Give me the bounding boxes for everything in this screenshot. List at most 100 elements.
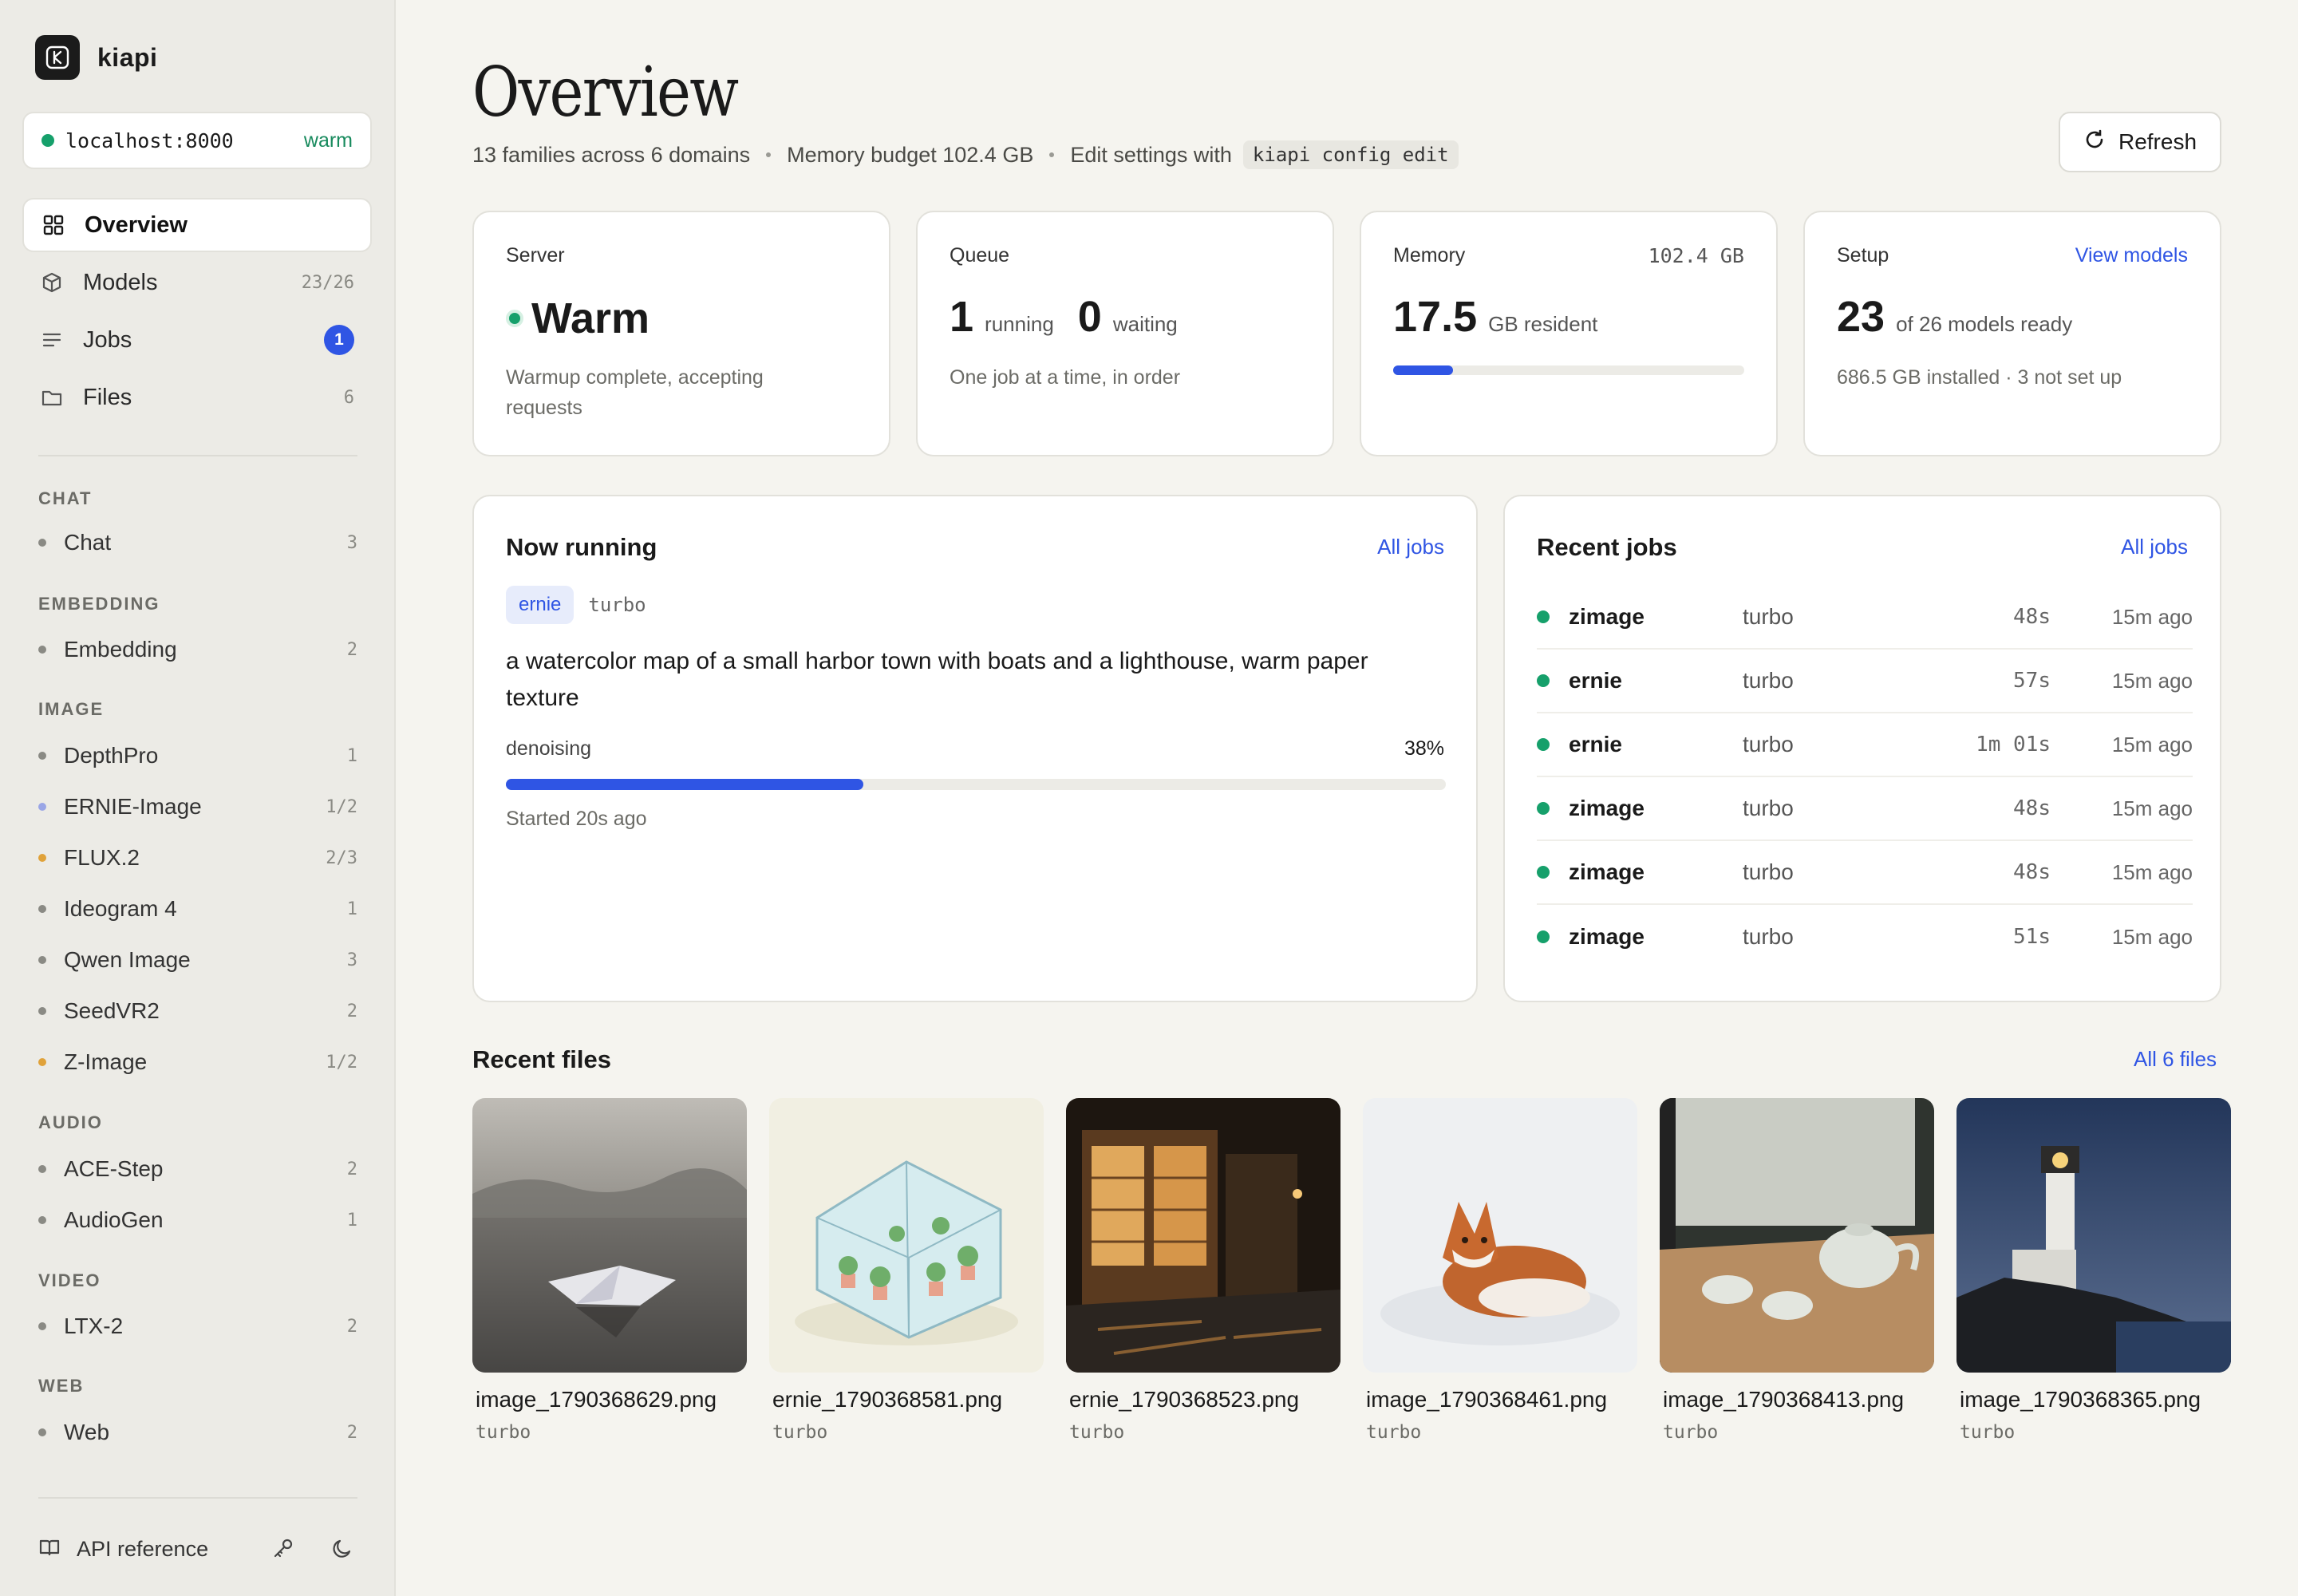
family-count: 2: [346, 1422, 357, 1443]
kiapi-logo: [35, 35, 80, 80]
refresh-button[interactable]: Refresh: [2059, 112, 2221, 172]
nav-label: Files: [83, 384, 132, 410]
nav-label: Overview: [85, 211, 188, 238]
family-audiogen[interactable]: AudioGen 1: [38, 1203, 357, 1238]
family-ltx2[interactable]: LTX-2 2: [38, 1309, 357, 1344]
job-model: ernie: [1569, 732, 1622, 757]
page-subtitle: 13 families across 6 domains Memory budg…: [472, 140, 1459, 169]
job-duration: 48s: [2013, 860, 2051, 884]
family-label: LTX-2: [64, 1314, 124, 1338]
models-ready-label: of 26 models ready: [1896, 312, 2073, 336]
job-row[interactable]: zimage turbo 51s 15m ago: [1537, 905, 2193, 969]
nav-files[interactable]: Files 6: [22, 370, 372, 425]
family-ideogram[interactable]: Ideogram 4 1: [38, 891, 357, 926]
now-running-title: Now running: [506, 533, 657, 561]
job-started: Started 20s ago: [506, 808, 647, 830]
job-row[interactable]: zimage turbo 48s 15m ago: [1537, 777, 2193, 841]
recent-files-title: Recent files: [472, 1045, 612, 1073]
file-name[interactable]: image_1790368365.png: [1960, 1387, 2201, 1412]
job-row[interactable]: zimage turbo 48s 15m ago: [1537, 586, 2193, 650]
family-dot: [38, 752, 46, 760]
models-ready-count: 23: [1837, 293, 1885, 341]
separator-dot: [766, 152, 772, 157]
file-name[interactable]: image_1790368629.png: [476, 1387, 717, 1412]
nav-models[interactable]: Models 23/26: [22, 255, 372, 310]
server-host: localhost:8000: [65, 128, 234, 152]
family-count: 1/2: [326, 796, 357, 817]
family-count: 1: [346, 899, 357, 919]
mode-tag: turbo: [588, 594, 646, 616]
server-status-pill[interactable]: localhost:8000 warm: [22, 112, 372, 169]
family-qwen-image[interactable]: Qwen Image 3: [38, 942, 357, 978]
job-stage: denoising: [506, 737, 592, 760]
family-embedding[interactable]: Embedding 2: [38, 632, 357, 667]
job-mode: turbo: [1743, 668, 1794, 693]
job-row[interactable]: ernie turbo 1m 01s 15m ago: [1537, 713, 2193, 777]
settings-command: kiapi config edit: [1242, 140, 1459, 169]
memory-bar: [1393, 365, 1744, 375]
job-mode: turbo: [1743, 732, 1794, 757]
cube-icon: [40, 271, 64, 294]
nav-jobs[interactable]: Jobs 1: [22, 313, 372, 367]
family-count: 3: [346, 950, 357, 970]
brand-name: kiapi: [97, 42, 158, 72]
family-web[interactable]: Web 2: [38, 1415, 357, 1450]
sidebar: kiapi localhost:8000 warm Overview Model…: [0, 0, 396, 1596]
memory-value: 17.5: [1393, 293, 1478, 341]
key-icon[interactable]: [271, 1537, 295, 1565]
section-label-audio: AUDIO: [38, 1112, 103, 1132]
file-thumbnail-bookstore[interactable]: [1066, 1098, 1340, 1373]
all-jobs-link[interactable]: All jobs: [2121, 535, 2188, 559]
file-thumbnail-fox[interactable]: [1363, 1098, 1637, 1373]
family-z-image[interactable]: Z-Image 1/2: [38, 1045, 357, 1080]
folder-icon: [40, 385, 64, 409]
memory-total: 102.4 GB: [1648, 244, 1744, 267]
all-files-link[interactable]: All 6 files: [2134, 1047, 2217, 1072]
job-duration: 51s: [2013, 925, 2051, 949]
file-thumbnail-paper-boat[interactable]: [472, 1098, 747, 1373]
nav-count: 6: [343, 387, 354, 408]
view-models-link[interactable]: View models: [2075, 244, 2188, 267]
family-count: 2: [346, 1316, 357, 1337]
family-count: 1/2: [326, 1052, 357, 1073]
job-row[interactable]: zimage turbo 48s 15m ago: [1537, 841, 2193, 905]
file-thumbnail-greenhouse[interactable]: [769, 1098, 1044, 1373]
card-title: Memory: [1393, 244, 1466, 267]
family-count: 1: [346, 1210, 357, 1231]
section-label-image: IMAGE: [38, 699, 105, 719]
book-icon: [38, 1536, 61, 1562]
all-jobs-link[interactable]: All jobs: [1377, 535, 1444, 559]
file-thumbnail-teapot[interactable]: [1660, 1098, 1934, 1373]
status-dot-icon: [1537, 866, 1550, 879]
family-flux2[interactable]: FLUX.2 2/3: [38, 840, 357, 875]
nav-overview[interactable]: Overview: [22, 198, 372, 252]
job-ago: 15m ago: [2111, 604, 2193, 629]
family-ace-step[interactable]: ACE-Step 2: [38, 1152, 357, 1187]
family-count: 1: [346, 745, 357, 766]
job-duration: 48s: [2013, 796, 2051, 820]
api-reference-link[interactable]: API reference: [77, 1537, 208, 1562]
file-name[interactable]: image_1790368413.png: [1663, 1387, 1904, 1412]
card-title: Setup: [1837, 244, 1889, 267]
job-row[interactable]: ernie turbo 57s 15m ago: [1537, 650, 2193, 713]
queue-card: Queue 1 running 0 waiting One job at a t…: [916, 211, 1334, 456]
family-chat[interactable]: Chat 3: [38, 525, 357, 560]
setup-note: 686.5 GB installed · 3 not set up: [1837, 366, 2122, 389]
family-seedvr2[interactable]: SeedVR2 2: [38, 994, 357, 1029]
file-name[interactable]: ernie_1790368523.png: [1069, 1387, 1299, 1412]
file-thumbnail-lighthouse[interactable]: [1956, 1098, 2231, 1373]
status-dot-icon: [1537, 738, 1550, 751]
grid-icon: [41, 213, 65, 237]
family-dot: [38, 539, 46, 547]
brand[interactable]: kiapi: [35, 35, 157, 80]
family-count: 2: [346, 639, 357, 660]
file-name[interactable]: image_1790368461.png: [1366, 1387, 1607, 1412]
family-depthpro[interactable]: DepthPro 1: [38, 738, 357, 773]
moon-icon[interactable]: [330, 1537, 354, 1565]
family-label: Qwen Image: [64, 947, 191, 972]
job-ago: 15m ago: [2111, 668, 2193, 693]
job-duration: 57s: [2013, 669, 2051, 693]
file-name[interactable]: ernie_1790368581.png: [772, 1387, 1002, 1412]
sidebar-footer: API reference: [38, 1529, 357, 1569]
family-ernie-image[interactable]: ERNIE-Image 1/2: [38, 789, 357, 824]
